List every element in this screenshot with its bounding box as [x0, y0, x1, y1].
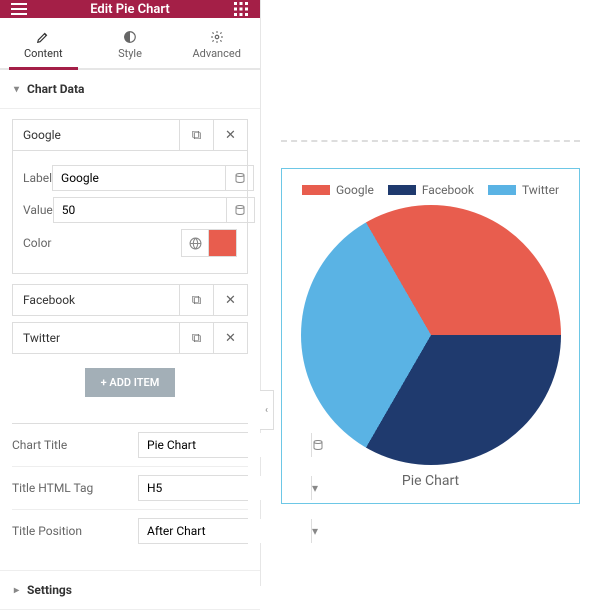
value-input[interactable] — [54, 198, 226, 222]
dynamic-tags-icon[interactable] — [225, 166, 253, 190]
section-title: Settings — [27, 583, 72, 597]
close-icon[interactable]: ✕ — [213, 323, 247, 353]
chart-title-input-wrap — [138, 432, 248, 458]
item-title: Facebook — [13, 285, 179, 315]
control-value: Value — [23, 197, 237, 223]
drop-zone-line — [281, 140, 580, 142]
panel-title: Edit Pie Chart — [28, 2, 232, 17]
tabs: Content Style Advanced — [0, 18, 260, 70]
tab-label: Advanced — [192, 47, 240, 60]
legend-swatch — [302, 185, 330, 195]
collapse-sidebar-icon[interactable]: ‹ — [260, 390, 274, 430]
item-title: Twitter — [13, 323, 179, 353]
legend-label: Twitter — [522, 183, 559, 197]
field-label: Color — [23, 236, 93, 250]
tab-content[interactable]: Content — [0, 18, 87, 68]
legend-item: Google — [302, 183, 374, 197]
duplicate-icon[interactable]: ⧉ — [179, 323, 213, 353]
chart-options: Chart Title Title HTML Tag ▾ Title Posit… — [0, 423, 260, 570]
globe-icon[interactable] — [181, 229, 209, 257]
duplicate-icon[interactable]: ⧉ — [179, 120, 213, 150]
chart-legend: Google Facebook Twitter — [296, 183, 565, 197]
legend-label: Google — [336, 183, 374, 197]
dynamic-tags-icon[interactable] — [226, 198, 254, 222]
preview-pane: ‹ Google Facebook Twitter Pie Chart — [261, 0, 600, 586]
editor-sidebar: Edit Pie Chart Content Style Advanced ▾ … — [0, 0, 261, 586]
caret-right-icon: ▸ — [14, 585, 19, 596]
menu-icon[interactable] — [10, 0, 28, 18]
option-html-tag: Title HTML Tag ▾ — [12, 466, 248, 509]
section-title: Chart Data — [27, 82, 84, 96]
label-input[interactable] — [53, 166, 225, 190]
field-label: Title Position — [12, 524, 138, 538]
tab-advanced[interactable]: Advanced — [173, 18, 260, 68]
section-chart-data[interactable]: ▾ Chart Data — [0, 70, 260, 109]
add-item-button[interactable]: + ADD ITEM — [85, 368, 176, 397]
pie-chart — [301, 205, 561, 465]
control-label: Label — [23, 165, 237, 191]
topbar: Edit Pie Chart — [0, 0, 260, 18]
control-color: Color — [23, 229, 237, 257]
repeater-item-facebook[interactable]: Facebook ⧉ ✕ — [12, 284, 248, 316]
legend-item: Twitter — [488, 183, 559, 197]
pie-chart-widget[interactable]: Google Facebook Twitter Pie Chart — [281, 168, 580, 504]
html-tag-select-wrap: ▾ — [138, 475, 248, 501]
label-input-wrap — [52, 165, 254, 191]
value-input-wrap — [53, 197, 255, 223]
apps-icon[interactable] — [232, 0, 250, 18]
field-label: Value — [23, 203, 53, 217]
position-select-wrap: ▾ — [138, 518, 248, 544]
field-label: Label — [23, 171, 52, 185]
caret-down-icon: ▾ — [14, 84, 19, 95]
chart-title: Pie Chart — [296, 473, 565, 489]
chart-data-panel: Google ⧉ ✕ Label Value — [0, 109, 260, 423]
field-label: Title HTML Tag — [12, 481, 138, 495]
option-chart-title: Chart Title — [12, 423, 248, 466]
tab-style[interactable]: Style — [87, 18, 174, 68]
legend-label: Facebook — [422, 183, 474, 197]
close-icon[interactable]: ✕ — [213, 120, 247, 150]
close-icon[interactable]: ✕ — [213, 285, 247, 315]
color-input-wrap — [93, 229, 237, 257]
field-label: Chart Title — [12, 438, 138, 452]
section-settings[interactable]: ▸ Settings — [0, 570, 260, 610]
tab-label: Content — [24, 47, 63, 60]
legend-item: Facebook — [388, 183, 474, 197]
legend-swatch — [488, 185, 516, 195]
repeater-item-google[interactable]: Google ⧉ ✕ — [12, 119, 248, 151]
legend-swatch — [388, 185, 416, 195]
option-title-position: Title Position ▾ — [12, 509, 248, 552]
item-controls: Label Value Color — [12, 151, 248, 274]
duplicate-icon[interactable]: ⧉ — [179, 285, 213, 315]
repeater-item-twitter[interactable]: Twitter ⧉ ✕ — [12, 322, 248, 354]
item-title: Google — [13, 120, 179, 150]
tab-label: Style — [118, 47, 142, 60]
color-swatch[interactable] — [209, 229, 237, 257]
